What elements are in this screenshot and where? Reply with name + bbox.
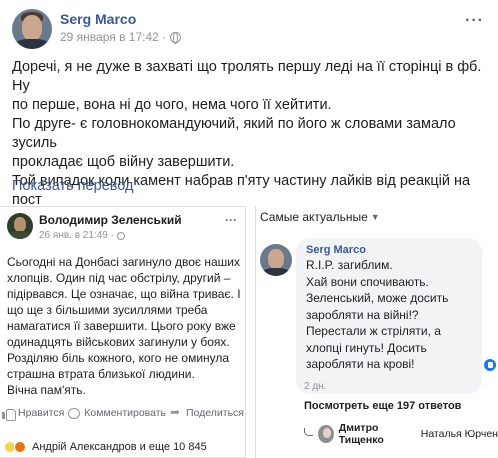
share-icon (170, 405, 182, 419)
reply-preview: Дмитро Тищенко Наталья Юрчен (304, 422, 498, 446)
post-header: Serg Marco 29 января в 17:42 · (12, 9, 182, 53)
embed-actions: Нравится Комментировать Поделиться (0, 405, 246, 421)
globe-icon (116, 231, 125, 240)
comment-line: Зеленський, може досить (306, 291, 449, 305)
post-line: по перше, вона ні до чого, нема чого її … (12, 97, 332, 113)
embed-memory-line: Вічна пам'ять. (7, 383, 86, 397)
comment-line: Перестали ж стріляти, а (306, 324, 441, 338)
comment-bubble: Serg Marco R.I.P. загиблим. Хай вони спо… (296, 238, 482, 394)
author-avatar[interactable] (12, 9, 52, 49)
comment-line: заробляти на крові! (306, 357, 415, 371)
embed-timestamp: 26 янв. в 21:49 · (39, 230, 114, 241)
comment-author: Serg Marco (306, 244, 366, 256)
embed-comment-action: Комментировать (68, 407, 166, 419)
comment-sort-label: Самые актуальные (260, 210, 368, 224)
embed-like-action: Нравится (1, 407, 65, 421)
post-line: прокладає щоб війну завершити. (12, 154, 235, 170)
post-timestamp[interactable]: 29 января в 17:42 · (60, 30, 166, 44)
embed-more-icon: ··· (225, 213, 237, 227)
embed-time-row: 26 янв. в 21:49 · (39, 230, 182, 241)
comment-line: Хай вони спочивають. (306, 274, 429, 289)
post-line: Доречі, я не дуже в захваті що тролять п… (12, 59, 482, 94)
comment-time: 2 дн. (304, 381, 327, 392)
embed-line: Сьогодні на Донбасі загинуло двоє наших (7, 255, 240, 269)
comment-line: заробляти на війні!? (306, 307, 419, 322)
show-translation-link[interactable]: Показать перевод (12, 178, 133, 194)
comment-avatar (260, 244, 292, 276)
embed-meta: Володимир Зеленський 26 янв. в 21:49 · (39, 213, 182, 241)
embed-text: Сьогодні на Донбасі загинуло двоє наших … (7, 254, 243, 382)
like-badge-icon (483, 358, 497, 372)
comment-line: R.I.P. загиблим. (306, 258, 393, 272)
embed-like-label: Нравится (17, 407, 65, 419)
comment-line: хлопці гинуть! Досить (306, 340, 427, 355)
embed-line: страшна втрата близької людини. (7, 367, 195, 381)
embedded-post-screenshot: Володимир Зеленський 26 янв. в 21:49 · ·… (0, 206, 246, 458)
reply-author: Дмитро Тищенко (338, 422, 384, 446)
post-time-row: 29 января в 17:42 · (60, 30, 182, 44)
angry-reaction-icon (14, 441, 26, 453)
embed-avatar (7, 213, 33, 239)
comments-screenshot: Самые актуальные ▼ Serg Marco R.I.P. заг… (255, 206, 498, 458)
embed-line: підірвався. Це означає, що війна триває.… (7, 287, 241, 301)
embed-author-name: Володимир Зеленський (39, 213, 182, 227)
thumbs-up-icon (1, 408, 16, 421)
embed-reactions: Андрій Александров и еще 10 845 (4, 441, 207, 453)
comment-text: R.I.P. загиблим. Хай вони спочивають. Зе… (306, 257, 472, 373)
embed-line: намагатися її завершити. Цього року вже (7, 319, 236, 333)
chevron-down-icon: ▼ (370, 212, 380, 222)
comment-sort: Самые актуальные ▼ (260, 210, 380, 224)
embed-header: Володимир Зеленський 26 янв. в 21:49 · (7, 213, 182, 241)
more-options-icon[interactable]: ··· (465, 12, 484, 30)
embed-share-action: Поделиться (170, 405, 244, 420)
embed-line: що ще з більшими зусиллями треба (7, 303, 208, 317)
globe-icon (170, 31, 182, 44)
author-name[interactable]: Serg Marco (60, 11, 181, 27)
embed-share-label: Поделиться (186, 407, 244, 419)
reply-avatar (317, 425, 334, 443)
view-more-replies: Посмотреть еще 197 ответов (304, 400, 462, 412)
embed-line: одинадцять військових загинули у боях. (7, 335, 230, 349)
comment-icon (68, 407, 81, 419)
embed-line: Розділяю біль кожного, кого не оминула (7, 351, 230, 365)
embed-line: хлопців. Один під час обстрілу, другий – (7, 271, 231, 285)
post-line: По друге- є головнокомандуючий, який по … (12, 116, 456, 151)
embed-comment-label: Комментировать (84, 407, 167, 419)
post-meta: Serg Marco 29 января в 17:42 · (60, 9, 182, 53)
reply-arrow-icon (304, 427, 313, 436)
post-text: Доречі, я не дуже в захваті що тролять п… (12, 58, 492, 229)
embed-reactions-text: Андрій Александров и еще 10 845 (32, 441, 207, 453)
reply-text: Наталья Юрчен (420, 428, 498, 440)
